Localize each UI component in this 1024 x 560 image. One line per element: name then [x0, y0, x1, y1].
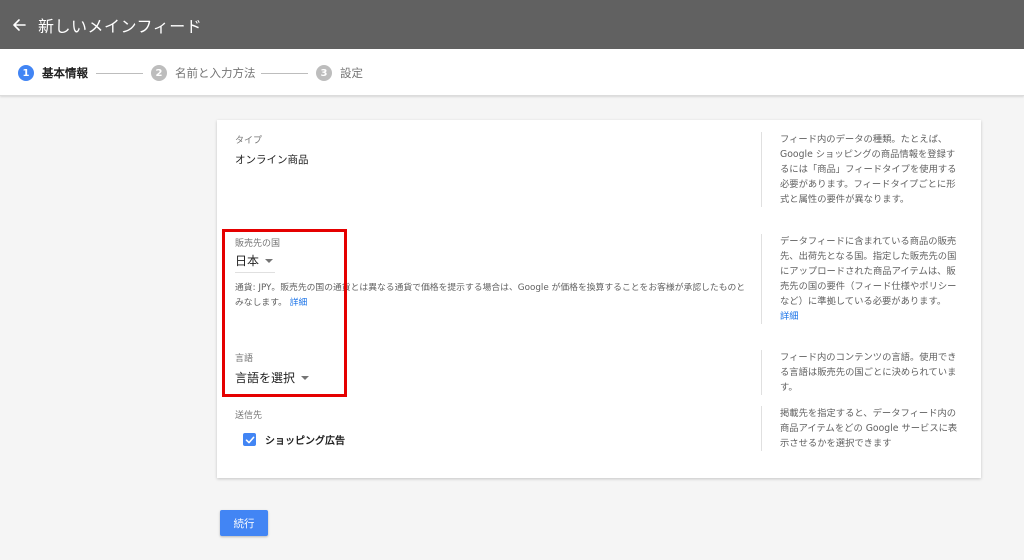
country-label: 販売先の国	[235, 239, 281, 249]
step-number: 2	[151, 65, 167, 81]
language-label: 言語	[235, 354, 254, 364]
currency-note-text: 通貨: JPY。販売先の国の通貨とは異なる通貨で価格を提示する場合は、Googl…	[235, 283, 746, 308]
step-label: 設定	[340, 66, 363, 80]
arrow-back-icon	[13, 18, 26, 31]
step-connector	[96, 73, 143, 74]
step-label: 基本情報	[42, 66, 88, 80]
check-icon	[245, 436, 254, 443]
type-label: タイプ	[235, 136, 263, 146]
step-number: 1	[18, 65, 34, 81]
country-details-link[interactable]: 詳細	[780, 311, 799, 322]
dropdown-caret-icon	[265, 258, 274, 263]
language-dropdown[interactable]: 言語を選択	[235, 369, 310, 386]
country-help: データフィードに含まれている商品の販売先、出荷先となる国。指定した販売先の国にア…	[761, 234, 961, 324]
step-label: 名前と入力方法	[175, 66, 256, 80]
step-basic-info[interactable]: 1 基本情報	[18, 64, 88, 82]
app-bar: 新しいメインフィード	[0, 0, 1024, 49]
destination-label: 送信先	[235, 411, 263, 421]
page-title: 新しいメインフィード	[38, 16, 203, 36]
stepper: 1 基本情報 2 名前と入力方法 3 設定	[0, 49, 1024, 96]
country-underline	[235, 272, 275, 273]
type-value: オンライン商品	[235, 154, 309, 166]
country-help-text: データフィードに含まれている商品の販売先、出荷先となる国。指定した販売先の国にア…	[780, 236, 957, 307]
step-number: 3	[316, 65, 332, 81]
back-button[interactable]	[2, 0, 36, 49]
currency-note: 通貨: JPY。販売先の国の通貨とは異なる通貨で価格を提示する場合は、Googl…	[235, 281, 747, 311]
shopping-ads-option[interactable]: ショッピング広告	[243, 432, 345, 447]
language-value: 言語を選択	[235, 371, 296, 385]
continue-button[interactable]: 続行	[220, 510, 268, 536]
step-settings[interactable]: 3 設定	[316, 64, 363, 82]
type-help-text: フィード内のデータの種類。たとえば、Google ショッピングの商品情報を登録す…	[761, 132, 961, 207]
destination-help-text: 掲載先を指定すると、データフィード内の商品アイテムをどの Google サービス…	[761, 406, 961, 451]
country-value: 日本	[235, 254, 260, 268]
step-name-input[interactable]: 2 名前と入力方法	[151, 64, 256, 82]
country-dropdown[interactable]: 日本	[235, 252, 274, 269]
shopping-ads-label: ショッピング広告	[265, 436, 345, 447]
dropdown-caret-icon	[301, 375, 310, 380]
step-connector	[261, 73, 308, 74]
currency-details-link[interactable]: 詳細	[290, 298, 308, 308]
shopping-ads-checkbox[interactable]	[243, 433, 256, 446]
language-help-text: フィード内のコンテンツの言語。使用できる言語は販売先の国ごとに決められています。	[761, 350, 961, 395]
